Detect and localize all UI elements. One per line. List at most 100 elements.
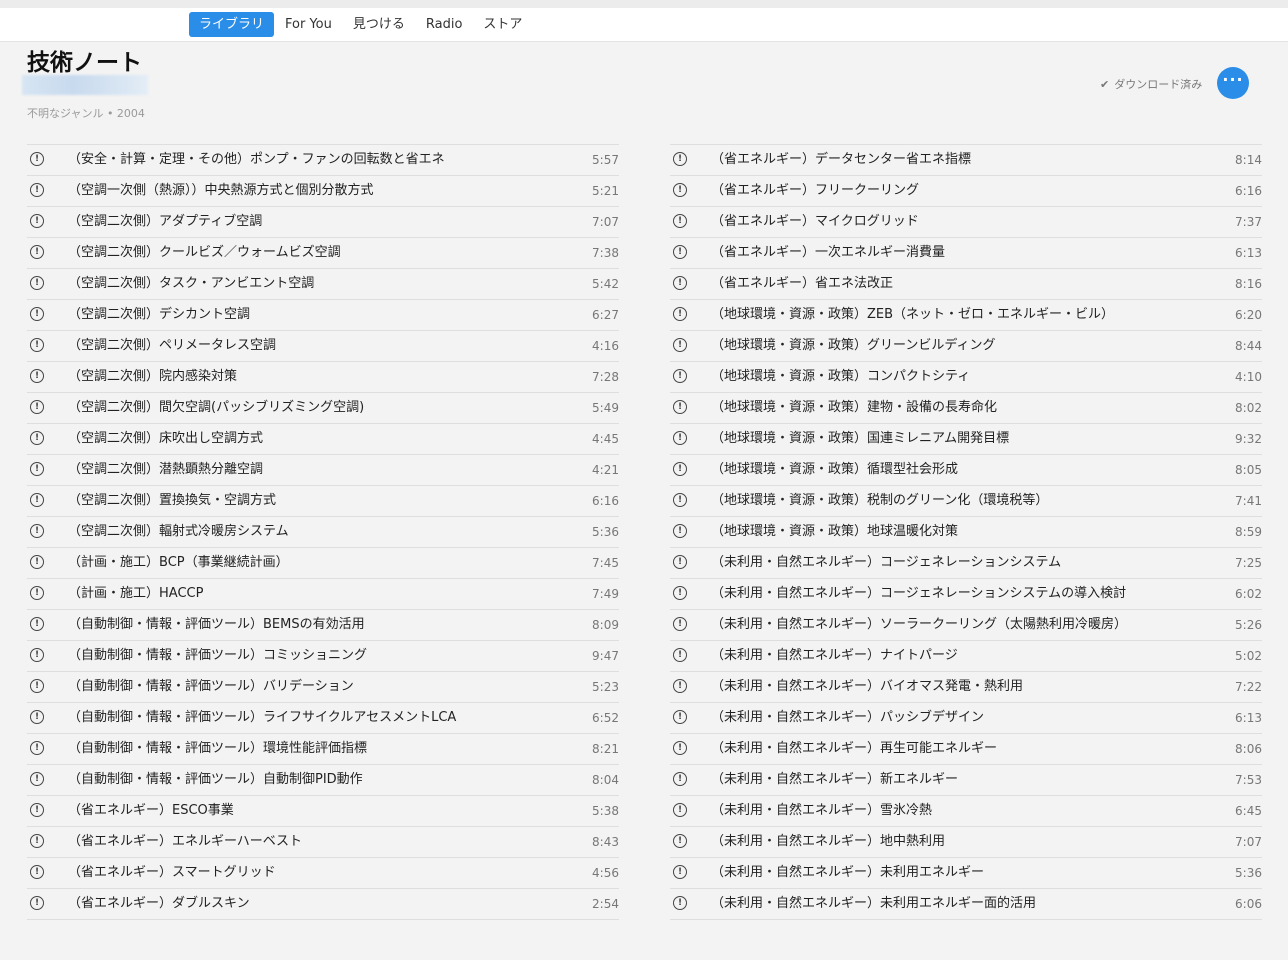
track-row[interactable]: ! （地球環境・資源・政策）ZEB（ネット・ゼロ・エネルギー・ビル） 6:20 xyxy=(670,299,1262,330)
track-row[interactable]: ! （自動制御・情報・評価ツール）バリデーション 5:23 xyxy=(27,671,619,702)
exclamation-circle-icon[interactable]: ! xyxy=(673,276,687,290)
exclamation-circle-icon[interactable]: ! xyxy=(30,710,44,724)
track-row[interactable]: ! （自動制御・情報・評価ツール）コミッショニング 9:47 xyxy=(27,640,619,671)
track-row[interactable]: ! （未利用・自然エネルギー）ナイトパージ 5:02 xyxy=(670,640,1262,671)
track-row[interactable]: ! （省エネルギー）一次エネルギー消費量 6:13 xyxy=(670,237,1262,268)
track-row[interactable]: ! （省エネルギー）エネルギーハーベスト 8:43 xyxy=(27,826,619,857)
exclamation-circle-icon[interactable]: ! xyxy=(30,152,44,166)
exclamation-circle-icon[interactable]: ! xyxy=(30,338,44,352)
exclamation-circle-icon[interactable]: ! xyxy=(673,648,687,662)
track-row[interactable]: ! （空調二次側）アダプティブ空調 7:07 xyxy=(27,206,619,237)
track-row[interactable]: ! （省エネルギー）ダブルスキン 2:54 xyxy=(27,888,619,920)
exclamation-circle-icon[interactable]: ! xyxy=(673,462,687,476)
exclamation-circle-icon[interactable]: ! xyxy=(673,307,687,321)
track-row[interactable]: ! （未利用・自然エネルギー）再生可能エネルギー 8:06 xyxy=(670,733,1262,764)
exclamation-circle-icon[interactable]: ! xyxy=(673,183,687,197)
exclamation-circle-icon[interactable]: ! xyxy=(30,462,44,476)
tab-for-you[interactable]: For You xyxy=(275,12,342,37)
track-row[interactable]: ! （未利用・自然エネルギー）バイオマス発電・熱利用 7:22 xyxy=(670,671,1262,702)
exclamation-circle-icon[interactable]: ! xyxy=(30,431,44,445)
track-row[interactable]: ! （地球環境・資源・政策）国連ミレニアム開発目標 9:32 xyxy=(670,423,1262,454)
exclamation-circle-icon[interactable]: ! xyxy=(673,369,687,383)
exclamation-circle-icon[interactable]: ! xyxy=(673,710,687,724)
tab-library[interactable]: ライブラリ xyxy=(189,12,275,37)
exclamation-circle-icon[interactable]: ! xyxy=(673,679,687,693)
track-row[interactable]: ! （省エネルギー）ESCO事業 5:38 xyxy=(27,795,619,826)
track-row[interactable]: ! （地球環境・資源・政策）コンパクトシティ 4:10 xyxy=(670,361,1262,392)
exclamation-circle-icon[interactable]: ! xyxy=(30,245,44,259)
exclamation-circle-icon[interactable]: ! xyxy=(30,679,44,693)
track-row[interactable]: ! （省エネルギー）スマートグリッド 4:56 xyxy=(27,857,619,888)
exclamation-circle-icon[interactable]: ! xyxy=(30,586,44,600)
track-row[interactable]: ! （未利用・自然エネルギー）未利用エネルギー 5:36 xyxy=(670,857,1262,888)
track-row[interactable]: ! （安全・計算・定理・その他）ポンプ・ファンの回転数と省エネ 5:57 xyxy=(27,144,619,175)
exclamation-circle-icon[interactable]: ! xyxy=(673,586,687,600)
track-row[interactable]: ! （省エネルギー）データセンター省エネ指標 8:14 xyxy=(670,144,1262,175)
track-row[interactable]: ! （省エネルギー）マイクログリッド 7:37 xyxy=(670,206,1262,237)
exclamation-circle-icon[interactable]: ! xyxy=(673,245,687,259)
exclamation-circle-icon[interactable]: ! xyxy=(673,865,687,879)
track-row[interactable]: ! （省エネルギー）省エネ法改正 8:16 xyxy=(670,268,1262,299)
exclamation-circle-icon[interactable]: ! xyxy=(673,803,687,817)
track-row[interactable]: ! （自動制御・情報・評価ツール）BEMSの有効活用 8:09 xyxy=(27,609,619,640)
exclamation-circle-icon[interactable]: ! xyxy=(673,741,687,755)
track-row[interactable]: ! （未利用・自然エネルギー）新エネルギー 7:53 xyxy=(670,764,1262,795)
track-row[interactable]: ! （空調二次側）床吹出し空調方式 4:45 xyxy=(27,423,619,454)
track-row[interactable]: ! （計画・施工）BCP（事業継続計画） 7:45 xyxy=(27,547,619,578)
exclamation-circle-icon[interactable]: ! xyxy=(30,493,44,507)
exclamation-circle-icon[interactable]: ! xyxy=(30,617,44,631)
track-row[interactable]: ! （未利用・自然エネルギー）パッシブデザイン 6:13 xyxy=(670,702,1262,733)
exclamation-circle-icon[interactable]: ! xyxy=(673,493,687,507)
track-row[interactable]: ! （自動制御・情報・評価ツール）環境性能評価指標 8:21 xyxy=(27,733,619,764)
exclamation-circle-icon[interactable]: ! xyxy=(673,555,687,569)
exclamation-circle-icon[interactable]: ! xyxy=(673,338,687,352)
track-row[interactable]: ! （地球環境・資源・政策）グリーンビルディング 8:44 xyxy=(670,330,1262,361)
exclamation-circle-icon[interactable]: ! xyxy=(30,772,44,786)
track-row[interactable]: ! （空調二次側）デシカント空調 6:27 xyxy=(27,299,619,330)
exclamation-circle-icon[interactable]: ! xyxy=(30,648,44,662)
exclamation-circle-icon[interactable]: ! xyxy=(673,400,687,414)
track-row[interactable]: ! （地球環境・資源・政策）税制のグリーン化（環境税等） 7:41 xyxy=(670,485,1262,516)
exclamation-circle-icon[interactable]: ! xyxy=(30,183,44,197)
exclamation-circle-icon[interactable]: ! xyxy=(673,431,687,445)
track-row[interactable]: ! （空調二次側）間欠空調(パッシブリズミング空調) 5:49 xyxy=(27,392,619,423)
exclamation-circle-icon[interactable]: ! xyxy=(30,369,44,383)
exclamation-circle-icon[interactable]: ! xyxy=(30,524,44,538)
track-row[interactable]: ! （地球環境・資源・政策）循環型社会形成 8:05 xyxy=(670,454,1262,485)
exclamation-circle-icon[interactable]: ! xyxy=(673,834,687,848)
exclamation-circle-icon[interactable]: ! xyxy=(30,214,44,228)
exclamation-circle-icon[interactable]: ! xyxy=(673,214,687,228)
exclamation-circle-icon[interactable]: ! xyxy=(30,276,44,290)
exclamation-circle-icon[interactable]: ! xyxy=(30,803,44,817)
exclamation-circle-icon[interactable]: ! xyxy=(30,896,44,910)
track-row[interactable]: ! （地球環境・資源・政策）建物・設備の長寿命化 8:02 xyxy=(670,392,1262,423)
track-row[interactable]: ! （未利用・自然エネルギー）ソーラークーリング（太陽熱利用冷暖房） 5:26 xyxy=(670,609,1262,640)
exclamation-circle-icon[interactable]: ! xyxy=(673,617,687,631)
exclamation-circle-icon[interactable]: ! xyxy=(30,741,44,755)
track-row[interactable]: ! （空調二次側）置換換気・空調方式 6:16 xyxy=(27,485,619,516)
exclamation-circle-icon[interactable]: ! xyxy=(30,307,44,321)
more-options-button[interactable]: ··· xyxy=(1217,67,1249,99)
track-row[interactable]: ! （未利用・自然エネルギー）コージェネレーションシステム 7:25 xyxy=(670,547,1262,578)
exclamation-circle-icon[interactable]: ! xyxy=(30,400,44,414)
track-row[interactable]: ! （未利用・自然エネルギー）雪氷冷熱 6:45 xyxy=(670,795,1262,826)
exclamation-circle-icon[interactable]: ! xyxy=(30,834,44,848)
track-row[interactable]: ! （自動制御・情報・評価ツール）自動制御PID動作 8:04 xyxy=(27,764,619,795)
track-row[interactable]: ! （空調二次側）輻射式冷暖房システム 5:36 xyxy=(27,516,619,547)
exclamation-circle-icon[interactable]: ! xyxy=(673,524,687,538)
exclamation-circle-icon[interactable]: ! xyxy=(673,772,687,786)
track-row[interactable]: ! （空調二次側）クールビズ／ウォームビズ空調 7:38 xyxy=(27,237,619,268)
exclamation-circle-icon[interactable]: ! xyxy=(673,152,687,166)
track-row[interactable]: ! （未利用・自然エネルギー）地中熱利用 7:07 xyxy=(670,826,1262,857)
track-row[interactable]: ! （空調二次側）院内感染対策 7:28 xyxy=(27,361,619,392)
tab-store[interactable]: ストア xyxy=(473,12,532,37)
track-row[interactable]: ! （空調二次側）ペリメータレス空調 4:16 xyxy=(27,330,619,361)
tab-radio[interactable]: Radio xyxy=(416,12,473,37)
track-row[interactable]: ! （未利用・自然エネルギー）未利用エネルギー面的活用 6:06 xyxy=(670,888,1262,920)
tab-browse[interactable]: 見つける xyxy=(343,12,415,37)
track-row[interactable]: ! （計画・施工）HACCP 7:49 xyxy=(27,578,619,609)
track-row[interactable]: ! （空調一次側（熱源））中央熱源方式と個別分散方式 5:21 xyxy=(27,175,619,206)
track-row[interactable]: ! （省エネルギー）フリークーリング 6:16 xyxy=(670,175,1262,206)
track-row[interactable]: ! （地球環境・資源・政策）地球温暖化対策 8:59 xyxy=(670,516,1262,547)
exclamation-circle-icon[interactable]: ! xyxy=(30,555,44,569)
